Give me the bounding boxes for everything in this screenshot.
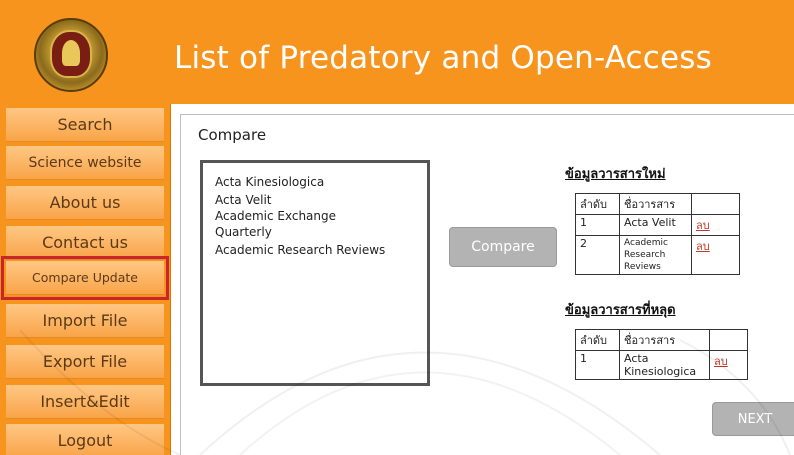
row-name: Acta Kinesiologica xyxy=(619,350,710,380)
nav-import-file[interactable]: Import File xyxy=(6,304,164,338)
delete-link[interactable]: ลบ xyxy=(696,240,710,253)
table-row: 1 Acta Kinesiologica ลบ xyxy=(575,350,748,380)
sidebar: Search Science website About us Contact … xyxy=(0,104,171,455)
removed-journals-title: ข้อมูลวารสารที่หลุด xyxy=(565,303,676,318)
nav-about-us[interactable]: About us xyxy=(6,186,164,220)
row-no: 1 xyxy=(575,350,620,380)
journal-list-item[interactable]: Acta Kinesiologica xyxy=(215,173,427,192)
nav-compare-update[interactable]: Compare Update xyxy=(1,256,169,300)
row-no: 1 xyxy=(575,214,620,236)
delete-link[interactable]: ลบ xyxy=(714,355,728,368)
nav-contact-us[interactable]: Contact us xyxy=(6,226,164,260)
row-name: Academic Research Reviews xyxy=(619,235,692,275)
table-header-name: ชื่อวารสาร xyxy=(619,329,710,351)
journal-list-item[interactable]: Academic Research Reviews xyxy=(215,242,427,258)
university-seal-logo xyxy=(34,18,108,92)
header: List of Predatory and Open-Access xyxy=(0,0,794,104)
journal-listbox[interactable]: Acta Kinesiologica Acta Velit Academic E… xyxy=(200,160,430,386)
compare-button[interactable]: Compare xyxy=(449,227,557,267)
table-row: 2 Academic Research Reviews ลบ xyxy=(575,235,740,275)
journal-list-item[interactable]: Quarterly xyxy=(215,224,427,240)
nav-insert-edit[interactable]: Insert&Edit xyxy=(6,385,164,419)
nav-search[interactable]: Search xyxy=(6,108,164,142)
nav-science-website[interactable]: Science website xyxy=(6,146,164,180)
nav-logout[interactable]: Logout xyxy=(6,424,164,455)
row-name: Acta Velit xyxy=(619,214,692,236)
journal-list-item[interactable]: Academic Exchange xyxy=(215,208,427,224)
compare-panel: Compare Acta Kinesiologica Acta Velit Ac… xyxy=(180,114,794,455)
table-row: 1 Acta Velit ลบ xyxy=(575,214,740,236)
table-header-name: ชื่อวารสาร xyxy=(619,193,692,215)
row-no: 2 xyxy=(575,235,620,275)
next-button[interactable]: NEXT xyxy=(712,402,794,436)
panel-title: Compare xyxy=(198,126,267,144)
nav-export-file[interactable]: Export File xyxy=(6,345,164,379)
page-title: List of Predatory and Open-Access xyxy=(174,40,713,76)
table-header-no: ลำดับ xyxy=(575,193,620,215)
removed-journals-table: ลำดับ ชื่อวารสาร 1 Acta Kinesiologica ลบ xyxy=(575,329,748,380)
delete-link[interactable]: ลบ xyxy=(696,219,710,232)
journal-list-item[interactable]: Acta Velit xyxy=(215,192,427,208)
table-header-no: ลำดับ xyxy=(575,329,620,351)
new-journals-table: ลำดับ ชื่อวารสาร 1 Acta Velit ลบ 2 Acade… xyxy=(575,193,740,275)
new-journals-title: ข้อมูลวารสารใหม่ xyxy=(565,167,666,182)
